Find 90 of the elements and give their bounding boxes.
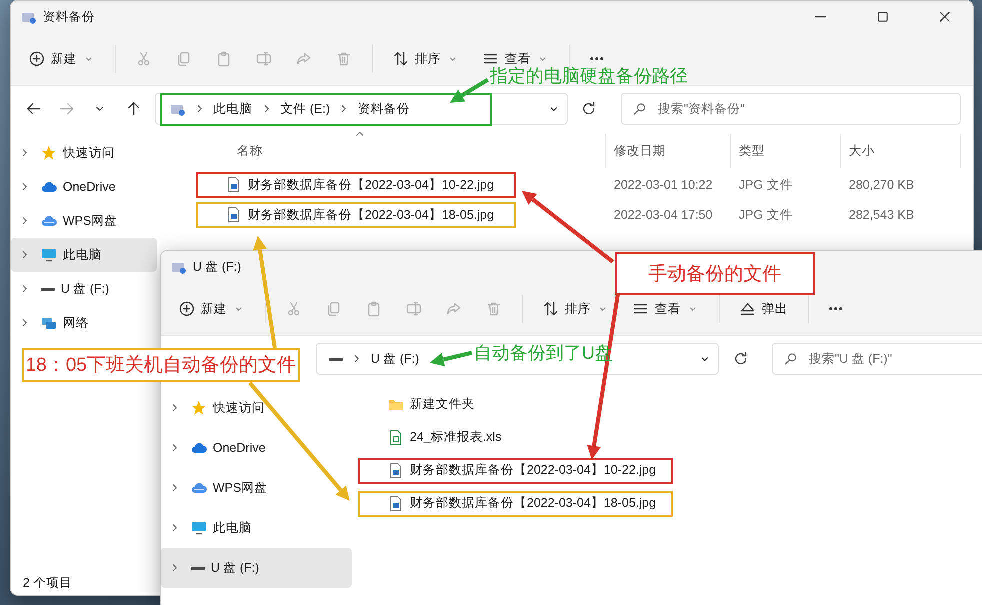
sidebar-item[interactable]: 快速访问 — [11, 136, 157, 170]
view-button[interactable]: 查看 — [623, 298, 709, 320]
file-size: 282,543 KB — [848, 208, 916, 222]
trash-icon — [336, 51, 352, 67]
copy-icon — [176, 51, 192, 67]
callout-label: 手动备份的文件 — [615, 252, 815, 295]
address-bar[interactable]: 此电脑 文件 (E:) 资料备份 — [154, 93, 568, 125]
share-icon — [446, 301, 462, 317]
modified-date: 2022-03-04 17:50 — [613, 208, 714, 222]
sidebar-item[interactable]: 快速访问 — [161, 388, 352, 428]
file-item[interactable]: 财务部数据库备份【2022-03-04】10-22.jpg — [196, 172, 516, 198]
image-file-icon — [226, 177, 242, 193]
image-file-icon — [388, 462, 404, 478]
rename-icon — [406, 301, 422, 317]
sidebar-item[interactable]: U 盘 (F:) — [11, 272, 157, 306]
scissors-icon — [286, 301, 302, 317]
breadcrumb[interactable]: 此电脑 — [214, 100, 252, 118]
sort-button[interactable]: 排序 — [383, 48, 469, 70]
forward-arrow-icon — [59, 101, 76, 117]
sidebar-item[interactable]: U 盘 (F:) — [161, 548, 352, 588]
rename-icon — [256, 51, 272, 67]
file-item[interactable]: 24_标准报表.xls — [358, 424, 673, 450]
clipboard-icon — [216, 51, 232, 67]
sort-button[interactable]: 排序 — [533, 298, 619, 320]
eject-icon — [740, 301, 756, 317]
spreadsheet-file-icon — [388, 430, 404, 446]
sidebar-item[interactable]: WPS网盘 — [11, 204, 157, 238]
sidebar-item[interactable]: OneDrive — [11, 170, 157, 204]
sidebar-item[interactable]: 网络 — [11, 306, 157, 340]
sidebar-item[interactable]: OneDrive — [161, 428, 352, 468]
status-text: 2 个项目 — [23, 574, 72, 592]
plus-icon — [179, 301, 195, 317]
close-icon — [938, 10, 952, 24]
column-header[interactable]: 修改日期 — [614, 142, 666, 160]
refresh-icon — [732, 351, 749, 367]
sidebar-item[interactable]: WPS网盘 — [161, 468, 352, 508]
search-icon — [784, 352, 798, 366]
arrow — [430, 351, 472, 367]
clipboard-icon — [366, 301, 382, 317]
star-icon — [191, 400, 207, 416]
search-field[interactable]: 搜索"U 盘 (F:)" — [772, 343, 982, 375]
search-field[interactable]: 搜索"资料备份" — [621, 93, 962, 125]
copy-icon — [326, 301, 342, 317]
file-item[interactable]: 新建文件夹 — [358, 392, 673, 418]
column-header[interactable]: 大小 — [849, 142, 875, 160]
image-file-icon — [388, 496, 404, 512]
up-arrow-icon — [126, 101, 142, 117]
modified-date: 2022-03-01 10:22 — [613, 178, 714, 192]
breadcrumb[interactable]: 文件 (E:) — [280, 100, 330, 118]
new-button[interactable]: 新建 — [19, 48, 105, 70]
network-icon — [41, 315, 57, 331]
drive-icon — [41, 288, 55, 290]
sidebar-item[interactable]: 此电脑 — [11, 238, 157, 272]
file-item[interactable]: 财务部数据库备份【2022-03-04】10-22.jpg — [358, 458, 673, 484]
back-arrow-icon — [26, 101, 42, 117]
arrow — [450, 78, 490, 103]
drive-icon — [191, 566, 205, 570]
maximize-icon — [876, 10, 890, 24]
column-header[interactable]: 类型 — [739, 142, 765, 160]
column-header[interactable]: 名称 — [237, 142, 263, 160]
breadcrumb[interactable]: 资料备份 — [358, 100, 410, 118]
search-icon — [633, 102, 648, 116]
annotation-label: 指定的电脑硬盘备份路径 — [490, 66, 688, 86]
trash-icon — [486, 301, 502, 317]
plus-icon — [29, 51, 45, 67]
sort-arrows-icon — [393, 51, 409, 67]
more-icon — [590, 57, 604, 61]
file-size: 280,270 KB — [848, 178, 916, 192]
star-icon — [41, 145, 57, 161]
minimize-icon — [815, 16, 827, 18]
drive-icon — [329, 358, 343, 360]
file-type: JPG 文件 — [738, 176, 794, 194]
image-file-icon — [226, 207, 242, 223]
share-icon — [296, 51, 312, 67]
refresh-icon — [581, 101, 598, 117]
window-title: U 盘 (F:) — [193, 258, 242, 276]
monitor-icon — [191, 520, 207, 536]
breadcrumb[interactable]: U 盘 (F:) — [371, 350, 420, 368]
new-button[interactable]: 新建 — [169, 298, 255, 320]
file-item[interactable]: 财务部数据库备份【2022-03-04】18-05.jpg — [358, 490, 673, 516]
sidebar-item[interactable]: 此电脑 — [161, 508, 352, 548]
monitor-icon — [41, 247, 57, 263]
sort-arrows-icon — [543, 301, 559, 317]
scissors-icon — [136, 51, 152, 67]
more-icon — [829, 307, 843, 311]
file-type: JPG 文件 — [738, 206, 794, 224]
callout-label: 18：05下班关机自动备份的文件 — [22, 348, 300, 382]
window-title: 资料备份 — [43, 8, 95, 26]
eject-button[interactable]: 弹出 — [730, 298, 798, 320]
file-item[interactable]: 财务部数据库备份【2022-03-04】18-05.jpg — [196, 202, 516, 228]
